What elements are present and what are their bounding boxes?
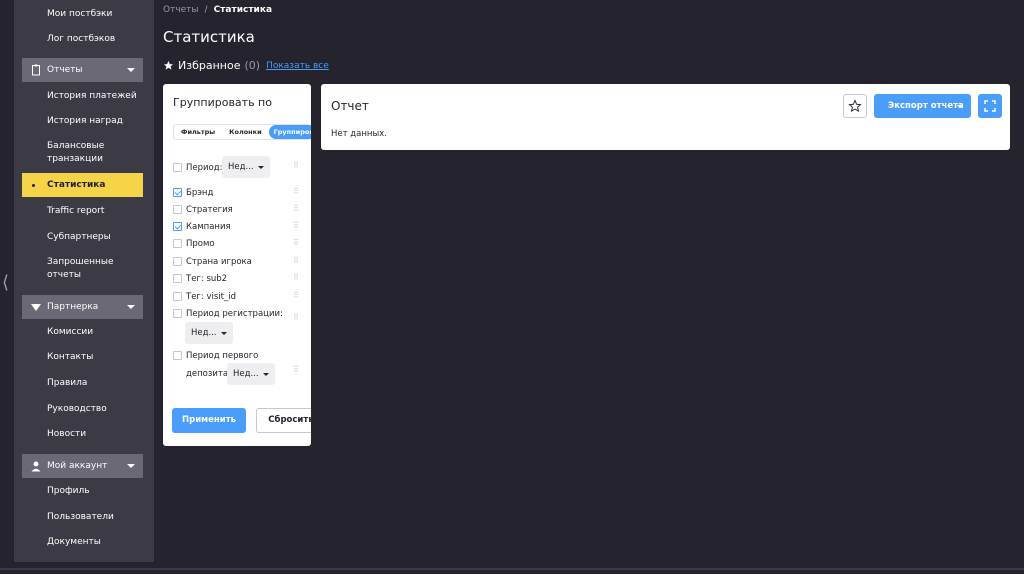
- sidebar-item-balance-transactions[interactable]: Балансовые транзакции: [22, 138, 143, 168]
- sidebar-item-label: Статистика: [47, 180, 106, 190]
- star-icon: [163, 60, 174, 70]
- option-promo: Промо: [173, 239, 311, 251]
- sidebar-item-news[interactable]: Новости: [22, 422, 143, 446]
- bottom-divider: [0, 568, 1024, 570]
- checkbox[interactable]: [173, 292, 182, 301]
- sidebar-item-contacts[interactable]: Контакты: [22, 345, 143, 369]
- sidebar-item-requested-reports[interactable]: Запрошенные отчеты: [22, 254, 143, 284]
- checkbox[interactable]: [173, 274, 182, 283]
- chevron-down-icon: [127, 464, 135, 468]
- sidebar-item-subpartners[interactable]: Субпартнеры: [22, 225, 143, 249]
- caret-down-icon: [957, 105, 963, 108]
- favorites-count: (0): [244, 59, 261, 72]
- drag-handle-icon[interactable]: ⠿: [293, 222, 301, 233]
- drag-handle-icon[interactable]: ⠿: [293, 188, 301, 199]
- report-panel: Отчет Нет данных. Экспорт отчета: [321, 84, 1010, 150]
- breadcrumb-parent[interactable]: Отчеты: [163, 5, 199, 15]
- tab-group-by[interactable]: Группироват: [268, 125, 311, 139]
- option-strategy: Стратегия: [173, 205, 311, 217]
- period-select[interactable]: Нед...: [222, 156, 270, 178]
- sidebar-section-label: Отчеты: [47, 65, 83, 75]
- caret-down-icon: [263, 373, 269, 376]
- sidebar-section-account[interactable]: Мой аккаунт: [22, 454, 143, 478]
- sidebar-item-payment-history[interactable]: История платежей: [22, 84, 143, 108]
- sidebar-section-label: Партнерка: [47, 302, 99, 312]
- panel-tabs: Фильтры Колонки Группироват: [173, 124, 311, 140]
- checkbox[interactable]: [173, 163, 182, 172]
- drag-handle-icon[interactable]: ⠿: [293, 274, 301, 285]
- show-all-link[interactable]: Показать все: [266, 61, 329, 71]
- report-title: Отчет: [331, 99, 369, 113]
- checkbox[interactable]: [173, 239, 182, 248]
- drag-handle-icon[interactable]: ⠿: [293, 257, 301, 268]
- drag-handle-icon[interactable]: ⠿: [293, 366, 301, 377]
- sidebar-item-statistics[interactable]: Статистика: [22, 173, 143, 197]
- sidebar-item-reward-history[interactable]: История наград: [22, 109, 143, 133]
- sidebar-item-documents[interactable]: Документы: [22, 530, 143, 554]
- tab-columns[interactable]: Колонки: [222, 125, 268, 139]
- sidebar: Мои постбэки Лог постбэков Отчеты Истори…: [14, 0, 154, 562]
- sidebar-section-reports[interactable]: Отчеты: [22, 58, 143, 82]
- chevron-down-icon: [127, 68, 135, 72]
- tab-filters[interactable]: Фильтры: [174, 125, 222, 139]
- report-empty-message: Нет данных.: [331, 129, 387, 139]
- star-outline-icon: [848, 99, 862, 113]
- option-registration-period: Период регистрации:: [173, 309, 311, 321]
- sidebar-section-label: Мой аккаунт: [47, 461, 108, 471]
- breadcrumb-separator: /: [204, 5, 208, 15]
- sidebar-item-guide[interactable]: Руководство: [22, 397, 143, 421]
- export-report-button[interactable]: Экспорт отчета: [874, 94, 971, 118]
- favorites-label: Избранное: [178, 59, 241, 72]
- reset-button[interactable]: Сбросить: [256, 408, 311, 433]
- checkbox[interactable]: [173, 222, 182, 231]
- caret-down-icon: [258, 166, 264, 169]
- sidebar-item-rules[interactable]: Правила: [22, 371, 143, 395]
- option-campaign: Кампания: [173, 222, 311, 234]
- drag-handle-icon[interactable]: ⠿: [293, 239, 301, 250]
- checkbox[interactable]: [173, 205, 182, 214]
- sidebar-item-traffic-report[interactable]: Traffic report: [22, 199, 143, 223]
- clipboard-icon: [32, 64, 40, 76]
- triangle-icon: [31, 304, 41, 311]
- first-deposit-period-select[interactable]: Нед...: [227, 363, 275, 385]
- group-by-panel: Группировать по Фильтры Колонки Группиро…: [163, 84, 311, 446]
- drag-handle-icon[interactable]: ⠿: [293, 205, 301, 216]
- add-favorite-button[interactable]: [843, 94, 867, 118]
- sidebar-item-users[interactable]: Пользователи: [22, 505, 143, 529]
- chevron-down-icon: [127, 305, 135, 309]
- breadcrumb-current: Статистика: [213, 5, 273, 15]
- sidebar-item-my-postbacks[interactable]: Мои постбэки: [22, 2, 143, 26]
- breadcrumb: Отчеты / Статистика: [163, 5, 272, 15]
- group-by-title: Группировать по: [173, 96, 272, 109]
- registration-period-select[interactable]: Нед...: [185, 322, 233, 344]
- drag-handle-icon[interactable]: ⠿: [293, 292, 301, 303]
- checkbox[interactable]: [173, 351, 182, 360]
- sidebar-section-partner[interactable]: Партнерка: [22, 295, 143, 319]
- sidebar-item-profile[interactable]: Профиль: [22, 479, 143, 503]
- option-player-country: Страна игрока: [173, 257, 311, 269]
- apply-button[interactable]: Применить: [172, 408, 246, 433]
- drag-handle-icon[interactable]: ⠿: [293, 162, 301, 173]
- option-tag-visit-id: Тег: visit_id: [173, 292, 311, 304]
- sidebar-collapse-handle[interactable]: ⟨: [2, 270, 12, 296]
- page-title: Статистика: [163, 28, 255, 46]
- checkbox[interactable]: [173, 257, 182, 266]
- drag-handle-icon[interactable]: ⠿: [293, 314, 301, 325]
- favorites-row: Избранное (0) Показать все: [163, 59, 329, 72]
- option-tag-sub2: Тег: sub2: [173, 274, 311, 286]
- sidebar-item-postback-log[interactable]: Лог постбэков: [22, 27, 143, 51]
- checkbox[interactable]: [173, 309, 182, 318]
- active-dot: [32, 184, 35, 187]
- sidebar-item-commissions[interactable]: Комиссии: [22, 320, 143, 344]
- checkbox[interactable]: [173, 188, 182, 197]
- caret-down-icon: [221, 332, 227, 335]
- fullscreen-icon: [984, 100, 996, 112]
- option-brand: Брэнд: [173, 188, 311, 200]
- fullscreen-button[interactable]: [978, 94, 1002, 118]
- user-icon: [31, 461, 41, 472]
